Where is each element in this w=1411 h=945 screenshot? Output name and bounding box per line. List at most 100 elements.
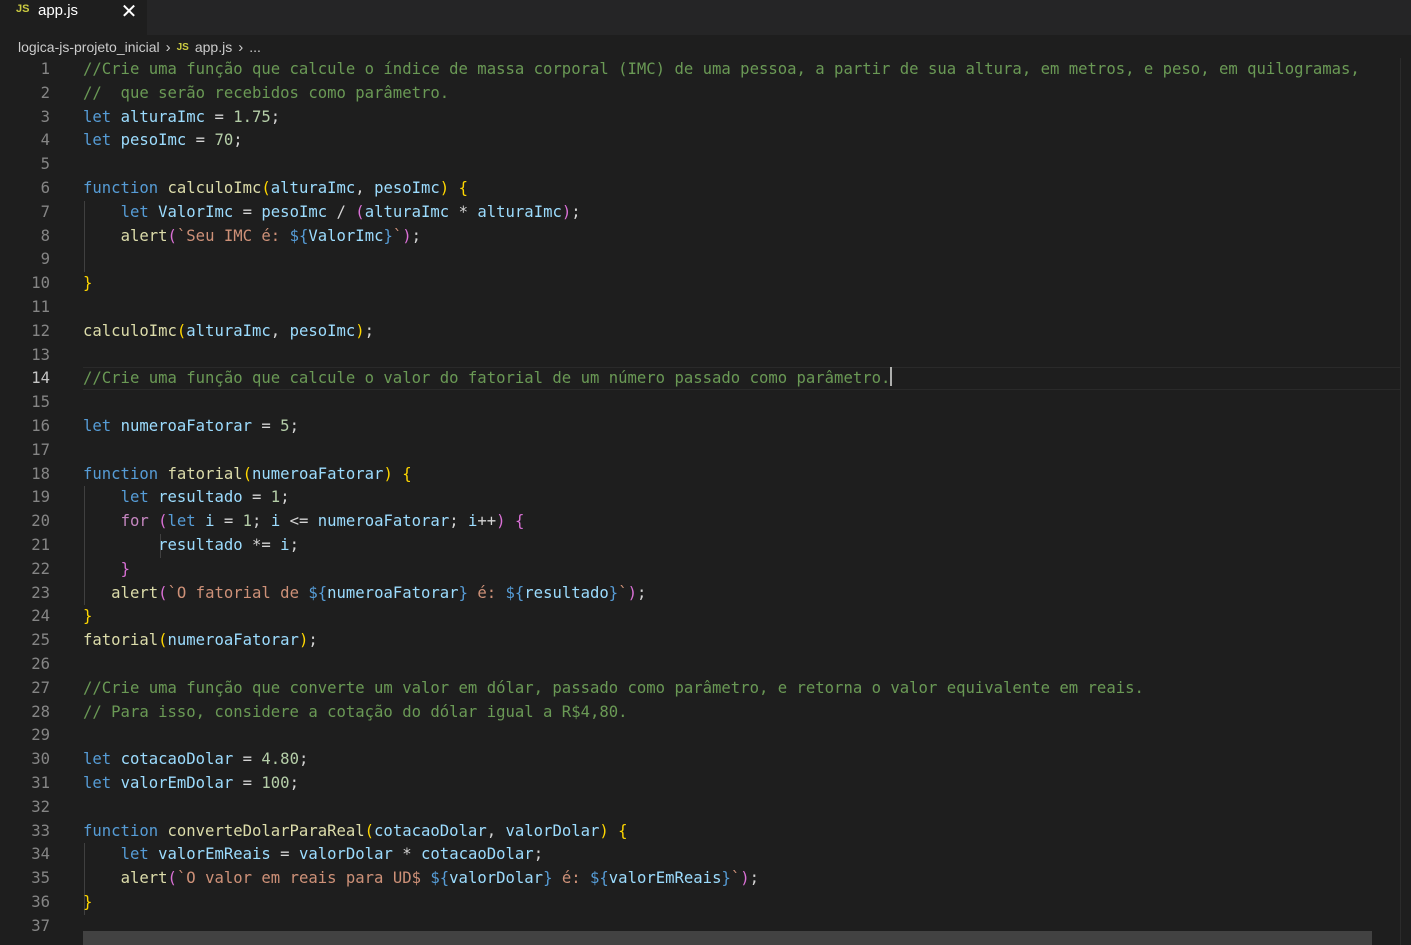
chevron-right-icon: › [238,38,244,56]
close-icon[interactable]: ✕ [119,0,139,22]
code-token: 70 [214,131,234,150]
code-line[interactable]: 18 function fatorial(numeroaFatorar) { [0,463,1400,487]
line-number: 7 [40,202,50,221]
code-token: //Crie uma função que converte um valor … [83,678,1144,697]
code-line[interactable]: 9 [0,248,1400,272]
line-number: 30 [31,750,50,769]
code-token: let [83,750,112,769]
line-number: 19 [31,488,50,507]
code-token: ) [383,464,393,483]
line-number: 23 [31,583,50,602]
code-token: alturaImc [270,179,356,197]
code-token: ; [270,107,281,126]
code-token: } [383,226,393,245]
code-line[interactable]: 8 alert(`Seu IMC é: ${ValorImc}`); [0,225,1400,249]
code-token: alert [111,583,159,602]
code-line[interactable]: 24} [0,605,1400,629]
code-line[interactable]: 15 [0,391,1400,415]
line-number: 36 [31,893,50,911]
code-line[interactable]: 33 function converteDolarParaReal(cotacao… [0,820,1400,844]
code-token: ) [355,321,365,340]
code-line[interactable]: 21 resultado *= i; [0,534,1400,558]
code-text: function calculoImc(alturaImc, pesoImc) … [83,177,468,201]
line-number: 32 [31,797,50,816]
tab-app-js[interactable]: JS app.js ✕ [0,0,147,35]
breadcrumb-more[interactable]: ... [249,39,261,55]
code-token: alturaImc [364,202,450,221]
code-line[interactable]: 3 let alturaImc = 1.75; [0,106,1400,130]
code-line[interactable]: 13 [0,344,1400,368]
code-token: = [186,131,215,150]
code-token: `O fatorial de [167,583,309,602]
code-token: //Crie uma função que calcule o valor do… [83,369,891,388]
code-token: ) [627,583,637,602]
horizontal-scrollbar[interactable] [83,931,1372,945]
line-number: 24 [31,607,50,626]
code-line[interactable]: 32 [0,796,1400,820]
code-token: pesoImc [289,321,356,340]
code-token: é: [467,583,506,602]
code-line[interactable]: 31 let valorEmDolar = 100; [0,772,1400,796]
code-line[interactable]: 27 //Crie uma função que converte um valo… [0,677,1400,701]
code-token: i [280,536,290,554]
code-line[interactable]: 25 fatorial(numeroaFatorar); [0,629,1400,653]
code-token: converteDolarParaReal [167,821,365,840]
code-text: //Crie uma função que calcule o índice d… [83,58,1360,82]
code-line[interactable]: 12 calculoImc(alturaImc, pesoImc); [0,320,1400,344]
breadcrumb: logica-js-projeto_inicial › JS app.js › … [18,37,261,57]
code-line[interactable]: 16 let numeroaFatorar = 5; [0,415,1400,439]
line-number: 3 [40,107,50,126]
code-token: * [392,845,422,864]
code-line[interactable]: 26 [0,653,1400,677]
code-line[interactable]: 30 let cotacaoDolar = 4.80; [0,748,1400,772]
code-line[interactable]: 29 [0,724,1400,748]
code-token: 1.75 [233,107,271,126]
code-line[interactable]: 1 //Crie uma função que calcule o índice … [0,58,1400,82]
code-token: ( [355,202,365,221]
code-line[interactable]: 23 alert(`O fatorial de ${numeroaFatorar… [0,582,1400,606]
line-number: 8 [40,226,50,245]
code-line[interactable]: 4 let pesoImc = 70; [0,129,1400,153]
line-number: 5 [40,155,50,174]
code-token: } [120,559,130,578]
code-token: ( [167,226,177,245]
code-line[interactable]: 17 [0,439,1400,463]
breadcrumb-file[interactable]: app.js [195,39,232,55]
code-line[interactable]: 20 for (let i = 1; i <= numeroaFatorar; … [0,510,1400,534]
code-line[interactable]: 7 let ValorImc = pesoImc / (alturaImc * … [0,201,1400,225]
code-text: let ValorImc = pesoImc / (alturaImc * al… [83,201,581,225]
code-token: ; [298,750,309,769]
code-line[interactable]: 6 function calculoImc(alturaImc, pesoImc)… [0,177,1400,201]
breadcrumb-folder[interactable]: logica-js-projeto_inicial [18,39,160,55]
code-token: calculoImc [83,321,177,340]
code-line[interactable]: 22 } [0,558,1400,582]
vertical-scrollbar[interactable] [1400,58,1411,945]
code-line[interactable]: 11 [0,296,1400,320]
line-number: 29 [31,726,50,745]
code-token: numeroaFatorar [167,631,299,650]
code-line[interactable]: 14 //Crie uma função que calcule o valor … [0,367,1400,391]
code-line[interactable]: 2 // que serão recebidos como parâmetro. [0,82,1400,106]
code-line[interactable]: 35 alert(`O valor em reais para UD$ ${va… [0,867,1400,891]
code-token: / [327,202,356,221]
code-text: function converteDolarParaReal(cotacaoDo… [83,820,628,844]
code-editor[interactable]: 1 //Crie uma função que calcule o índice … [0,58,1411,945]
code-token: ${ [590,869,609,888]
code-token: valorEmReais [158,845,271,864]
code-token: alturaImc [186,321,271,340]
code-line[interactable]: 5 [0,153,1400,177]
code-line[interactable]: 19 let resultado = 1; [0,486,1400,510]
code-line[interactable]: 34 let valorEmReais = valorDolar * cotac… [0,843,1400,867]
code-line[interactable]: 28 // Para isso, considere a cotação do d… [0,701,1400,725]
code-line[interactable]: 10} [0,272,1400,296]
code-token: ; [252,512,271,531]
code-token: é: [552,869,591,888]
code-line[interactable]: 36} [0,891,1400,915]
code-token: numeroaFatorar [120,417,252,435]
